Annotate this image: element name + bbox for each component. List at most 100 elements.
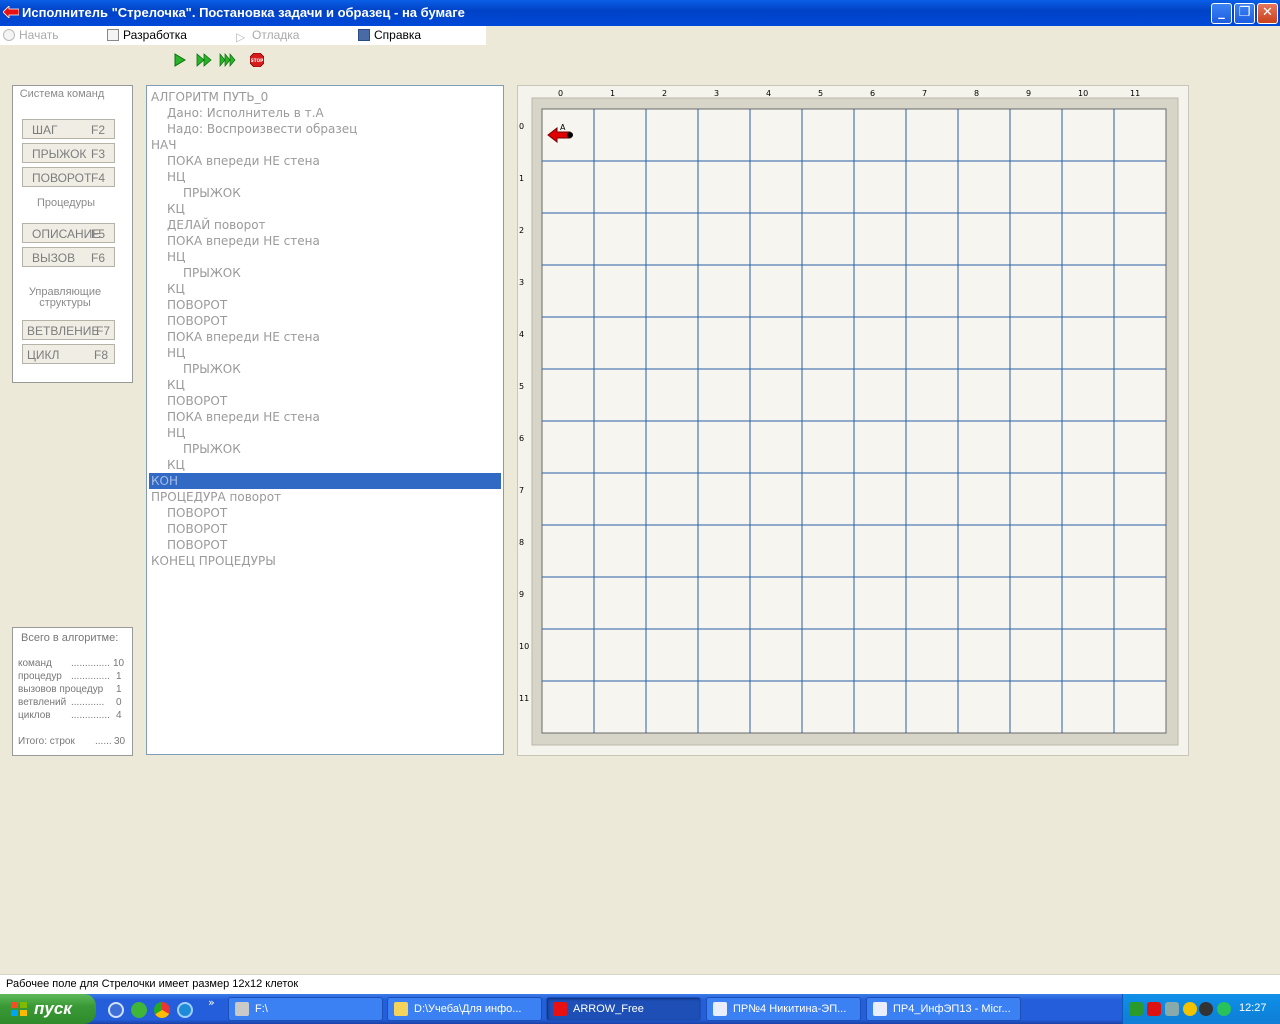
code-line[interactable]: Надо: Воспроизвести образец xyxy=(149,121,501,137)
code-line[interactable]: НАЧ xyxy=(149,137,501,153)
fast-run-icon[interactable] xyxy=(219,53,237,67)
minimize-button[interactable]: _ xyxy=(1211,3,1232,24)
field-grid[interactable]: 0 1 2 3 4 5 6 7 8 9 10 11 0 1 2 3 4 5 6 7 8 9 10 11 А xyxy=(518,86,1190,757)
code-line[interactable]: ПРЫЖОК xyxy=(149,441,501,457)
code-line[interactable]: КЦ xyxy=(149,201,501,217)
menu-development[interactable]: Разработка xyxy=(107,28,187,44)
code-line[interactable]: ПОВОРОТ xyxy=(149,521,501,537)
code-line-selected[interactable]: КОН xyxy=(149,473,501,489)
algorithm-listing[interactable]: АЛГОРИТМ ПУТЬ_0 Дано: Исполнитель в т.А На… xyxy=(146,85,504,755)
row-label: 3 xyxy=(519,278,524,287)
code-line[interactable]: КОНЕЦ ПРОЦЕДУРЫ xyxy=(149,553,501,569)
arrow-app-icon xyxy=(553,1002,567,1016)
code-line[interactable]: КЦ xyxy=(149,377,501,393)
row-label: 2 xyxy=(519,226,524,235)
step-icon[interactable] xyxy=(196,53,212,67)
taskbar-task[interactable]: ПР№4 Никитина-ЭП... xyxy=(706,997,861,1021)
network-tray-icon[interactable] xyxy=(1129,1002,1143,1016)
code-line[interactable]: АЛГОРИТМ ПУТЬ_0 xyxy=(149,89,501,105)
menu-help-label: Справка xyxy=(374,28,422,42)
loop-button-label: ЦИКЛ xyxy=(27,348,60,362)
code-line[interactable]: ПОВОРОТ xyxy=(149,297,501,313)
code-line[interactable]: Дано: Исполнитель в т.А xyxy=(149,105,501,121)
display-tray-icon[interactable] xyxy=(1165,1002,1179,1016)
stat-label: циклов xyxy=(18,710,51,721)
flower-quicklaunch-icon[interactable] xyxy=(131,1002,147,1018)
start-point-label: А xyxy=(560,123,566,132)
col-label: 1 xyxy=(610,89,615,98)
code-line[interactable]: ПОКА впереди НЕ стена xyxy=(149,329,501,345)
restore-button[interactable]: ❐ xyxy=(1234,3,1255,24)
code-line[interactable]: ДЕЛАЙ поворот xyxy=(149,217,501,233)
describe-button-key: F5 xyxy=(90,227,105,241)
menu-start[interactable]: Начать xyxy=(3,28,59,44)
code-line[interactable]: НЦ xyxy=(149,345,501,361)
col-label: 4 xyxy=(766,89,771,98)
help-icon xyxy=(358,29,370,41)
antivirus-tray-icon[interactable] xyxy=(1147,1002,1161,1016)
turn-button[interactable]: ПОВОРОТ F4 xyxy=(22,167,115,187)
code-line[interactable]: ПРОЦЕДУРА поворот xyxy=(149,489,501,505)
stats-panel: Всего в алгоритме: Итого: строк ...... 3… xyxy=(12,627,133,756)
chrome-quicklaunch-icon[interactable] xyxy=(154,1002,170,1018)
code-line[interactable]: ПОВОРОТ xyxy=(149,505,501,521)
quicklaunch-more-icon[interactable]: » xyxy=(208,996,215,1009)
row-label: 6 xyxy=(519,434,524,443)
desktop-quicklaunch-icon[interactable] xyxy=(108,1002,124,1018)
code-line[interactable]: ПОКА впереди НЕ стена xyxy=(149,233,501,249)
branch-button[interactable]: ВЕТВЛЕНИЕ F7 xyxy=(22,320,115,340)
update-tray-icon[interactable] xyxy=(1217,1002,1231,1016)
start-button[interactable]: пуск xyxy=(0,994,96,1024)
code-line[interactable]: ПОВОРОТ xyxy=(149,537,501,553)
code-line[interactable]: НЦ xyxy=(149,169,501,185)
notify-tray-icon[interactable] xyxy=(1183,1002,1197,1016)
code-line[interactable]: КЦ xyxy=(149,457,501,473)
jump-button-key: F3 xyxy=(90,147,105,161)
procedures-label: Процедуры xyxy=(36,197,95,209)
taskbar-task[interactable]: ПР4_ИнфЭП13 - Micr... xyxy=(866,997,1021,1021)
stat-dots: ............ xyxy=(71,697,105,708)
row-label: 0 xyxy=(519,122,524,131)
stats-total-value: 30 xyxy=(114,736,126,747)
jump-button-label: ПРЫЖОК xyxy=(32,147,87,161)
stat-dots: .............. xyxy=(71,671,110,682)
code-line[interactable]: ПОВОРОТ xyxy=(149,313,501,329)
menu-debug[interactable]: ▷ Отладка xyxy=(236,28,299,44)
taskbar-task[interactable]: F:\ xyxy=(228,997,383,1021)
code-line[interactable]: ПОВОРОТ xyxy=(149,393,501,409)
loop-button[interactable]: ЦИКЛ F8 xyxy=(22,344,115,364)
taskbar-task-label: ARROW_Free xyxy=(573,1003,644,1015)
step-button-key: F2 xyxy=(90,123,105,137)
step-button[interactable]: ШАГ F2 xyxy=(22,119,115,139)
taskbar-task[interactable]: D:\Учеба\Для инфо... xyxy=(387,997,542,1021)
code-line[interactable]: НЦ xyxy=(149,425,501,441)
row-label: 9 xyxy=(519,590,524,599)
menu-help[interactable]: Справка xyxy=(358,28,421,44)
debug-play-icon: ▷ xyxy=(236,30,246,44)
close-button[interactable]: ✕ xyxy=(1257,3,1278,24)
code-line[interactable]: ПРЫЖОК xyxy=(149,185,501,201)
code-line[interactable]: ПРЫЖОК xyxy=(149,265,501,281)
code-line[interactable]: КЦ xyxy=(149,281,501,297)
run-icon[interactable] xyxy=(173,53,187,67)
code-line[interactable]: ПОКА впереди НЕ стена xyxy=(149,153,501,169)
taskbar-task[interactable]: ARROW_Free xyxy=(546,997,701,1021)
step-button-label: ШАГ xyxy=(32,123,58,137)
stats-total-dots: ...... xyxy=(95,736,112,747)
browser-quicklaunch-icon[interactable] xyxy=(177,1002,193,1018)
col-label: 9 xyxy=(1026,89,1031,98)
describe-button[interactable]: ОПИСАНИЕ F5 xyxy=(22,223,115,243)
jump-button[interactable]: ПРЫЖОК F3 xyxy=(22,143,115,163)
code-line[interactable]: ПРЫЖОК xyxy=(149,361,501,377)
code-line[interactable]: НЦ xyxy=(149,249,501,265)
stop-icon[interactable]: STOP xyxy=(250,53,264,67)
speaker-tray-icon[interactable] xyxy=(1199,1002,1213,1016)
code-line[interactable]: ПОКА впереди НЕ стена xyxy=(149,409,501,425)
stat-dots: .............. xyxy=(71,710,110,721)
row-label: 5 xyxy=(519,382,524,391)
taskbar-task-label: D:\Учеба\Для инфо... xyxy=(414,1003,522,1015)
clock: 12:27 xyxy=(1239,1002,1267,1014)
call-button[interactable]: ВЫЗОВ F6 xyxy=(22,247,115,267)
word-icon xyxy=(873,1002,887,1016)
stat-label: ветвлений xyxy=(18,697,67,708)
